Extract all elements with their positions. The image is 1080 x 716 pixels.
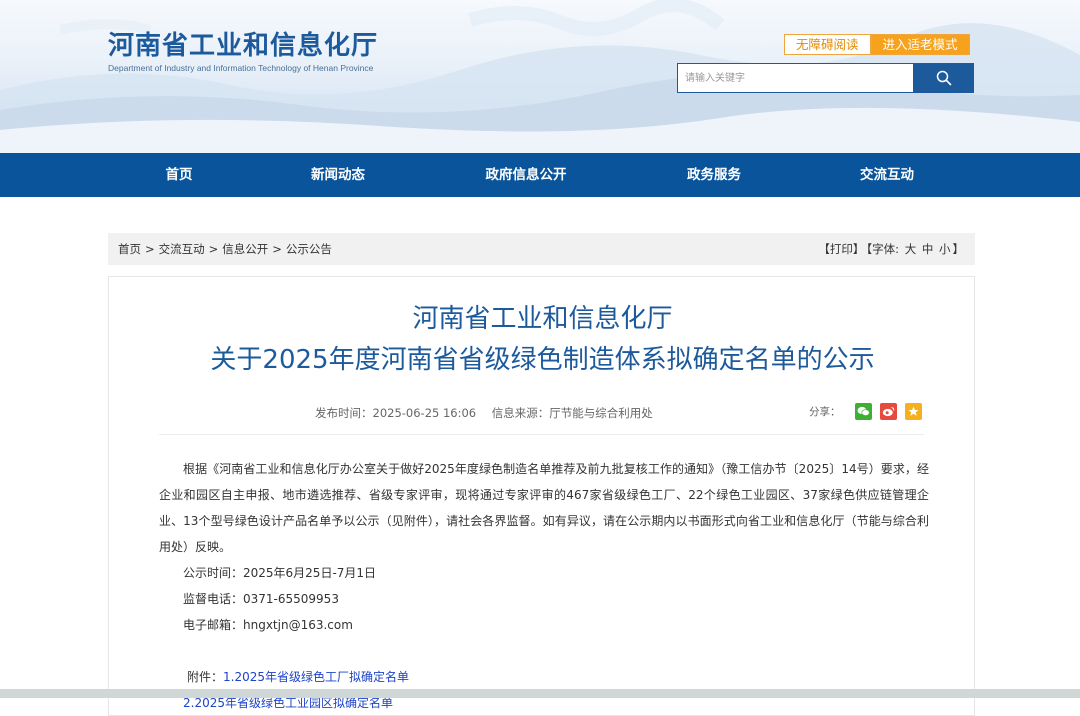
- nav-item-home[interactable]: 首页: [166, 153, 193, 197]
- site-title-cn: 河南省工业和信息化厅: [108, 31, 379, 61]
- article-title-line1: 河南省工业和信息化厅: [412, 304, 673, 334]
- breadcrumb-home[interactable]: 首页: [118, 242, 141, 256]
- share-bar: 分享：: [809, 403, 922, 420]
- search-box: [677, 63, 974, 93]
- favorite-star-icon[interactable]: [904, 403, 922, 420]
- breadcrumb-announcements[interactable]: 公示公告: [286, 242, 332, 256]
- breadcrumb-separator: >: [145, 242, 155, 256]
- nav-item-services[interactable]: 政务服务: [687, 153, 741, 197]
- article-title-line2: 关于2025年度河南省省级绿色制造体系拟确定名单的公示: [210, 345, 875, 375]
- attachment-link-1[interactable]: 1.2025年省级绿色工厂拟确定名单: [223, 670, 409, 684]
- attachment-link-2[interactable]: 2.2025年省级绿色工业园区拟确定名单: [183, 696, 393, 710]
- main-nav: 首页 新闻动态 政府信息公开 政务服务 交流互动: [0, 153, 1080, 197]
- weibo-share-icon[interactable]: [879, 403, 897, 420]
- site-title-en: Department of Industry and Information T…: [108, 63, 374, 73]
- breadcrumb-interaction[interactable]: 交流互动: [159, 242, 205, 256]
- font-small-button[interactable]: 小: [939, 242, 951, 256]
- breadcrumb-info-open[interactable]: 信息公开: [222, 242, 268, 256]
- font-medium-button[interactable]: 中: [922, 242, 934, 256]
- wechat-share-icon[interactable]: [854, 403, 872, 420]
- article-panel: 河南省工业和信息化厅 关于2025年度河南省省级绿色制造体系拟确定名单的公示 发…: [108, 276, 975, 716]
- site-logo[interactable]: 河南省工业和信息化厅 Department of Industry and In…: [108, 30, 378, 73]
- search-input[interactable]: [677, 63, 914, 93]
- page-tools: 【打印】 【字体: 大 中 小】: [817, 233, 965, 265]
- accessibility-button[interactable]: 无障碍阅读: [784, 34, 871, 55]
- nav-item-gov-info[interactable]: 政府信息公开: [486, 153, 567, 197]
- site-header: 河南省工业和信息化厅 Department of Industry and In…: [0, 0, 1080, 153]
- lead-paragraph: 根据《河南省工业和信息化厅办公室关于做好2025年度绿色制造名单推荐及前九批复核…: [159, 462, 929, 554]
- search-icon: [936, 70, 952, 86]
- print-button[interactable]: 【打印】: [818, 242, 864, 256]
- font-size-close: 】: [952, 242, 965, 256]
- font-large-button[interactable]: 大: [905, 242, 917, 256]
- search-button[interactable]: [914, 63, 974, 93]
- breadcrumb-bar: 首页 > 交流互动 > 信息公开 > 公示公告 【打印】 【字体: 大 中 小】: [108, 233, 975, 265]
- breadcrumb: 首页 > 交流互动 > 信息公开 > 公示公告: [118, 233, 332, 265]
- attachment-label: 附件：: [187, 670, 224, 684]
- nav-item-interaction[interactable]: 交流互动: [860, 153, 914, 197]
- publish-time: 发布时间：2025-06-25 16:06: [315, 406, 477, 420]
- info-source: 信息来源：厅节能与综合利用处: [491, 406, 653, 420]
- supervision-phone: 监督电话：0371-65509953: [183, 592, 339, 606]
- meta-divider: [159, 434, 924, 435]
- article-body: 根据《河南省工业和信息化厅办公室关于做好2025年度绿色制造名单推荐及前九批复核…: [159, 456, 929, 716]
- article-meta: 发布时间：2025-06-25 16:06 信息来源：厅节能与综合利用处: [315, 405, 653, 421]
- nav-item-news[interactable]: 新闻动态: [311, 153, 365, 197]
- font-size-label: 【字体:: [866, 242, 900, 256]
- mode-buttons: 无障碍阅读 进入适老模式: [784, 34, 970, 55]
- share-label: 分享：: [809, 406, 841, 418]
- breadcrumb-separator: >: [272, 242, 282, 256]
- breadcrumb-separator: >: [208, 242, 219, 256]
- bottom-strip: [0, 689, 1080, 698]
- contact-email: 电子邮箱：hngxtjn@163.com: [183, 618, 353, 632]
- elder-mode-button[interactable]: 进入适老模式: [870, 34, 970, 55]
- publicity-period: 公示时间：2025年6月25日-7月1日: [183, 566, 377, 580]
